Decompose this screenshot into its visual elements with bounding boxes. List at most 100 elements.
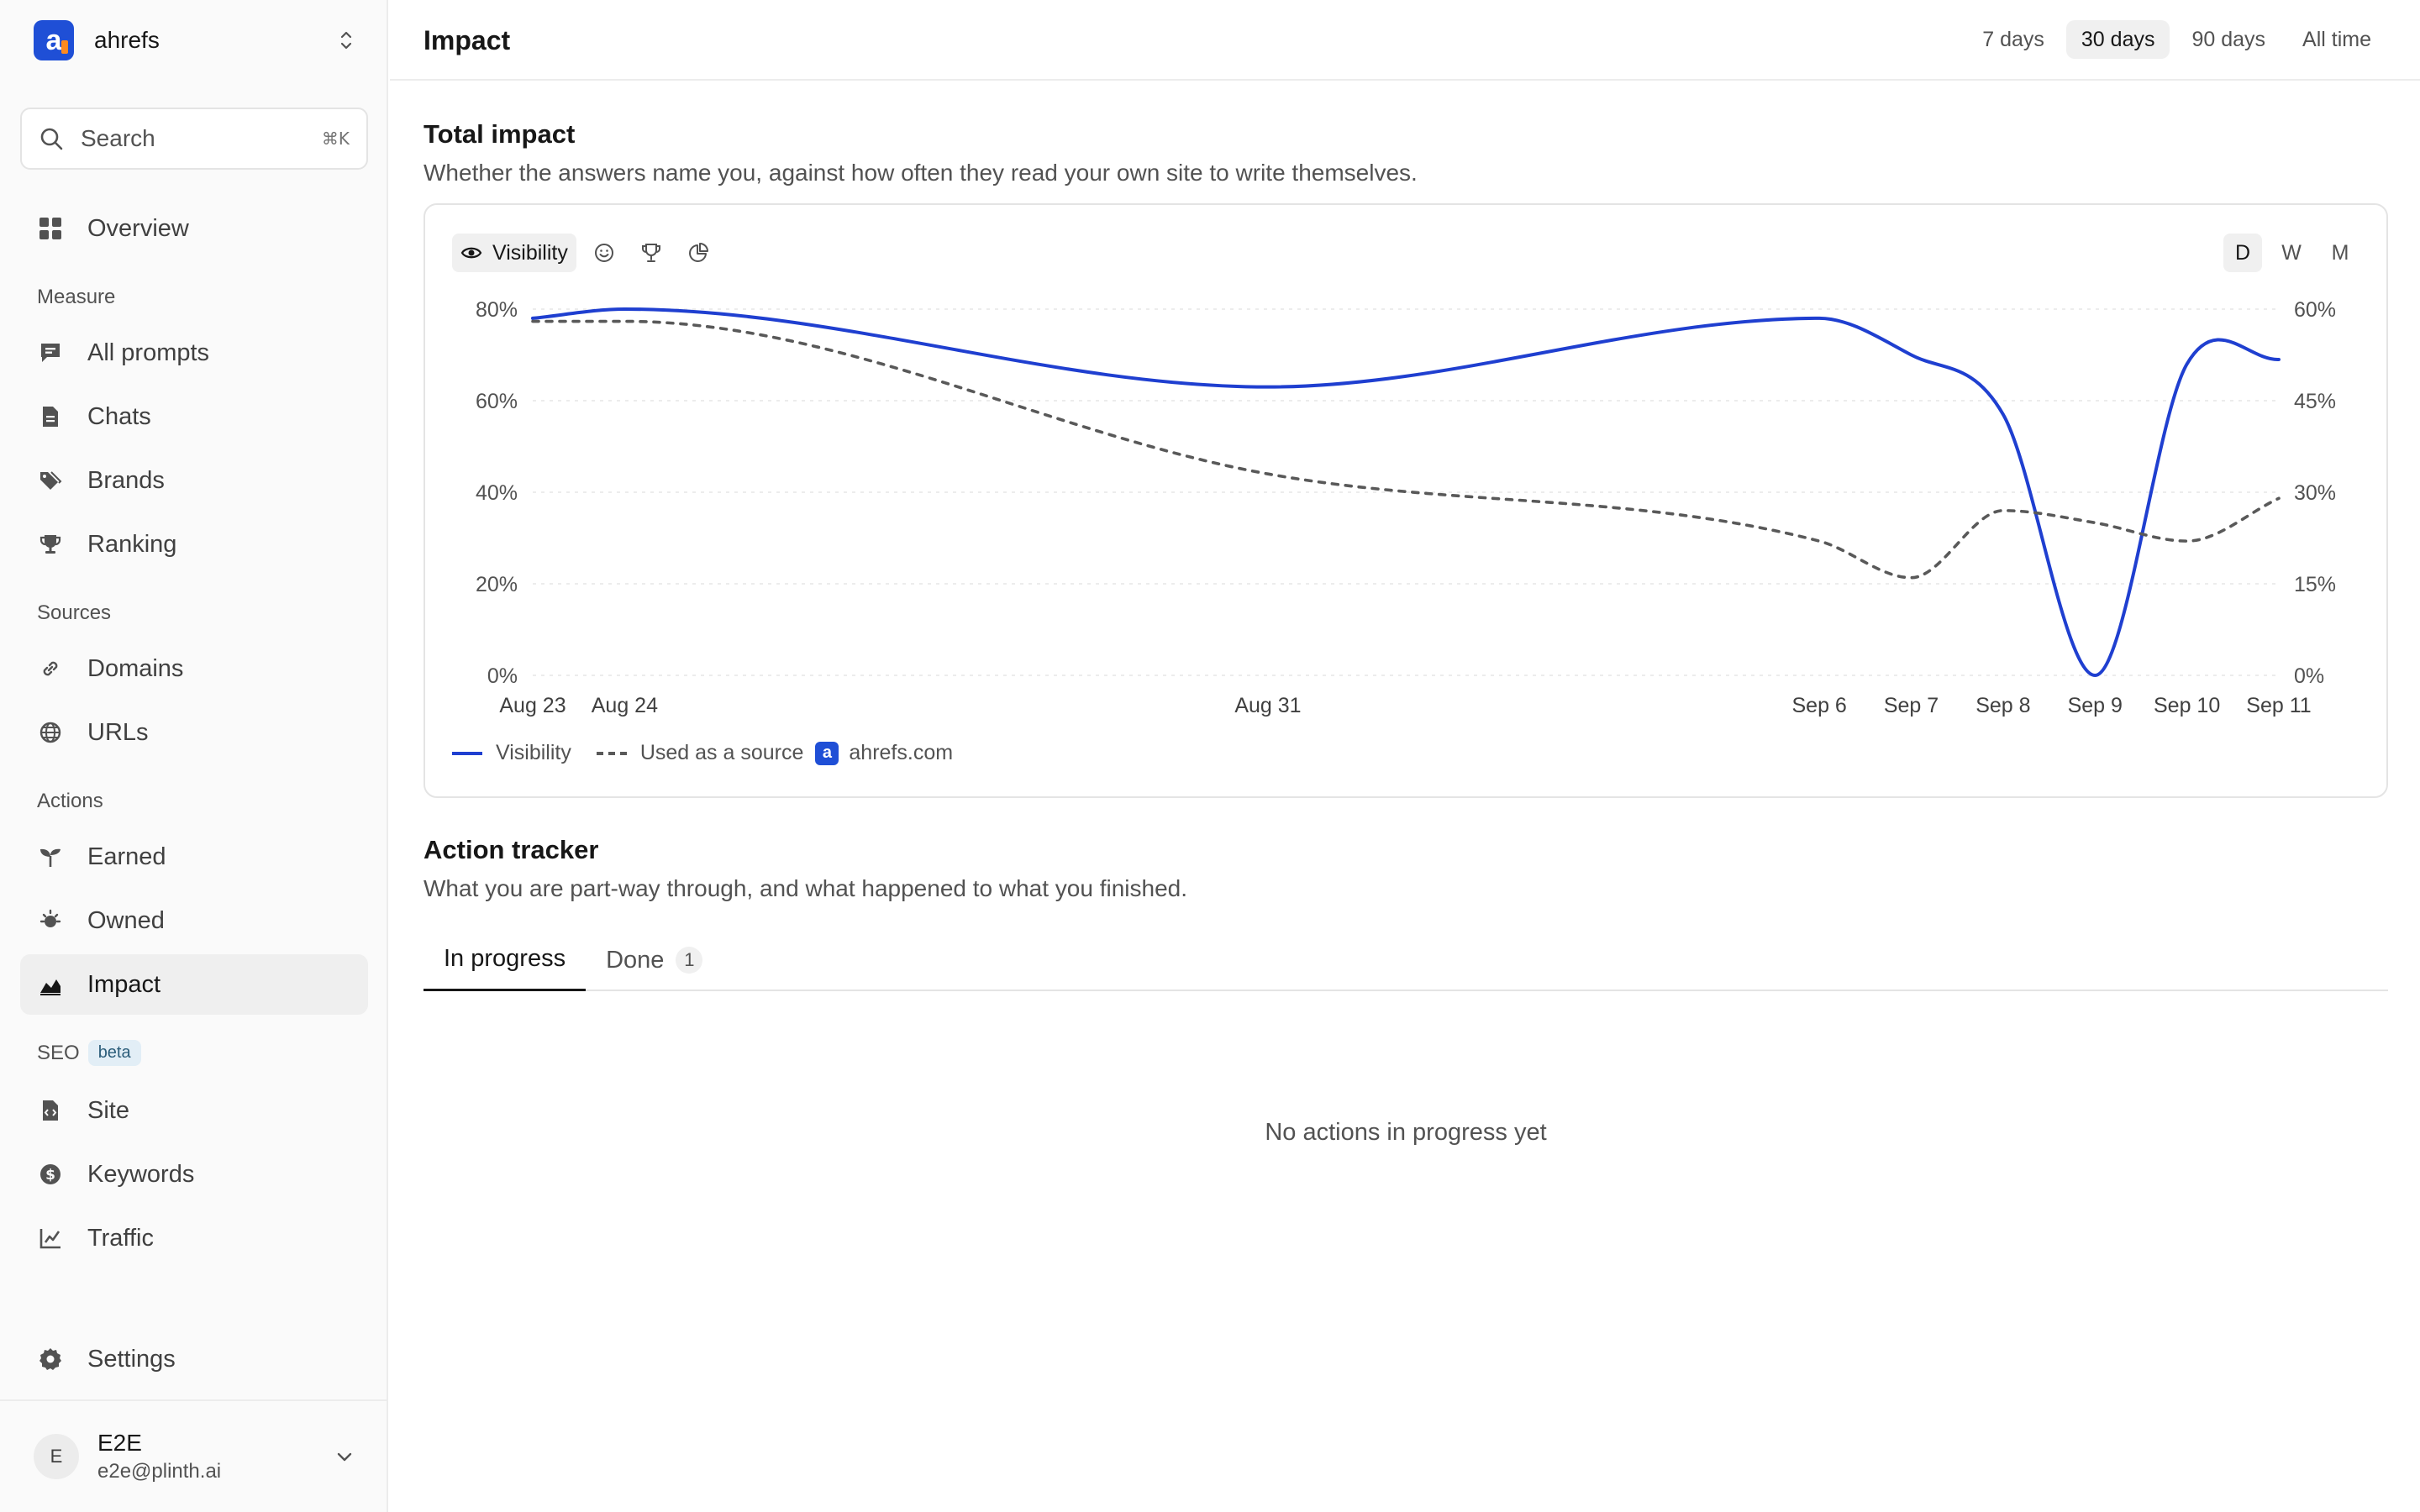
sidebar-item-settings[interactable]: Settings [20,1329,368,1389]
granularity-month[interactable]: M [2321,234,2360,272]
org-switcher[interactable]: a ahrefs [34,20,356,60]
sidebar-item-label: Impact [87,970,161,998]
sidebar-item-chats[interactable]: Chats [20,386,368,447]
x-tick-label: Sep 10 [2154,694,2220,717]
line-chart-icon [37,1225,64,1252]
sidebar: a ahrefs Search ⌘K Overview Measure All … [0,0,388,1512]
globe-icon [37,719,64,746]
sidebar-item-earned[interactable]: Earned [20,827,368,887]
action-tracker-title: Action tracker [424,835,599,864]
visibility-metric-label: Visibility [492,240,568,265]
document-icon [37,403,64,430]
domain-logo: a [815,741,839,765]
page-title: Impact [424,25,511,55]
org-logo: a [34,20,74,60]
done-count-badge: 1 [676,947,703,974]
smile-icon [594,244,613,262]
sidebar-item-label: Settings [87,1345,176,1373]
area-chart-icon [37,971,64,998]
org-name: ahrefs [94,27,160,53]
svg-text:$: $ [45,1167,55,1184]
grid-icon [37,215,64,242]
sidebar-item-urls[interactable]: URLs [20,702,368,763]
chart-legend: Visibility Used as a source a ahrefs.com [452,741,978,765]
section-label: SEO [37,1041,80,1064]
x-tick-label: Sep 8 [1975,694,2030,717]
sidebar-item-brands[interactable]: Brands [20,450,368,511]
search-label: Search [81,125,155,151]
sentiment-metric-button[interactable] [585,234,623,272]
range-7-days[interactable]: 7 days [1967,20,2060,59]
gear-icon [37,1346,64,1373]
sidebar-item-keywords[interactable]: $ Keywords [20,1144,368,1205]
search-shortcut: ⌘K [321,129,350,149]
sidebar-item-label: Traffic [87,1224,154,1252]
y-left-tick-label: 20% [476,573,518,596]
sidebar-item-domains[interactable]: Domains [20,638,368,699]
x-tick-label: Aug 31 [1234,694,1301,717]
sidebar-item-label: Domains [87,654,184,682]
impact-chart: 0% 0% 20% 15% 40% 30% 60% 45% 80% 60% Aug 23 Aug 24… [476,298,2336,717]
message-icon [37,339,64,366]
chevron-up-down-icon [340,31,352,50]
granularity-day[interactable]: D [2223,234,2262,272]
range-90-days[interactable]: 90 days [2176,20,2281,59]
trophy-icon [641,244,660,262]
x-tick-label: Sep 9 [2068,694,2123,717]
granularity-week[interactable]: W [2272,234,2311,272]
rank-metric-button[interactable] [632,234,671,272]
tab-in-progress[interactable]: In progress [424,929,587,991]
sidebar-item-label: Keywords [87,1160,195,1188]
y-right-tick-label: 0% [2294,664,2324,688]
legend-domain-label: ahrefs.com [849,741,954,764]
sun-icon [37,907,64,934]
impact-chart-card: 0% 0% 20% 15% 40% 30% 60% 45% 80% 60% Aug 23 Aug 24… [424,203,2388,798]
sidebar-item-site[interactable]: Site [20,1080,368,1141]
user-email: e2e@plinth.ai [97,1460,222,1483]
user-menu[interactable]: E E2E e2e@plinth.ai [0,1399,388,1512]
action-tracker-description: What you are part-way through, and what … [424,875,1188,901]
y-left-tick-label: 40% [476,481,518,505]
sidebar-item-all-prompts[interactable]: All prompts [20,323,368,383]
sidebar-item-owned[interactable]: Owned [20,890,368,951]
x-tick-label: Sep 11 [2246,694,2311,717]
action-tracker-tabs: In progress Done 1 [424,929,2388,991]
share-metric-button[interactable] [679,234,718,272]
sidebar-item-label: Owned [87,906,165,934]
date-range-selector: 7 days 30 days 90 days All time [1967,20,2386,59]
link-icon [37,655,64,682]
granularity-selector: D W M [2223,234,2360,272]
search-icon [40,128,63,150]
nav-section-actions: Actions [37,790,103,813]
section-label: Sources [37,601,112,624]
range-all-time[interactable]: All time [2287,20,2386,59]
total-impact-description: Whether the answers name you, against ho… [424,160,1418,186]
eye-icon [460,247,482,259]
y-right-tick-label: 45% [2294,390,2336,413]
tab-done[interactable]: Done 1 [586,929,723,991]
y-left-tick-label: 80% [476,298,518,322]
nav-section-sources: Sources [37,601,111,625]
trophy-icon [37,531,64,558]
dollar-circle-icon: $ [37,1161,64,1188]
chart-metric-toolbar: Visibility [452,234,718,272]
visibility-metric-button[interactable]: Visibility [452,234,576,272]
sidebar-item-ranking[interactable]: Ranking [20,514,368,575]
sidebar-item-label: Ranking [87,530,177,558]
search-button[interactable]: Search ⌘K [20,108,368,170]
sidebar-item-overview[interactable]: Overview [20,198,368,259]
beta-badge: beta [87,1040,141,1066]
sidebar-item-label: Earned [87,843,166,870]
x-tick-label: Aug 24 [592,694,658,717]
y-right-tick-label: 30% [2294,481,2336,505]
top-bar: Impact 7 days 30 days 90 days All time [390,0,2420,81]
range-30-days[interactable]: 30 days [2065,20,2170,59]
section-label: Actions [37,790,103,812]
total-impact-title: Total impact [424,119,576,149]
legend-dashed-swatch [596,751,627,755]
tab-label: Done [606,946,665,974]
sidebar-item-impact[interactable]: Impact [20,954,368,1015]
y-right-tick-label: 15% [2294,573,2336,596]
sidebar-item-traffic[interactable]: Traffic [20,1208,368,1268]
sidebar-item-label: URLs [87,718,149,746]
